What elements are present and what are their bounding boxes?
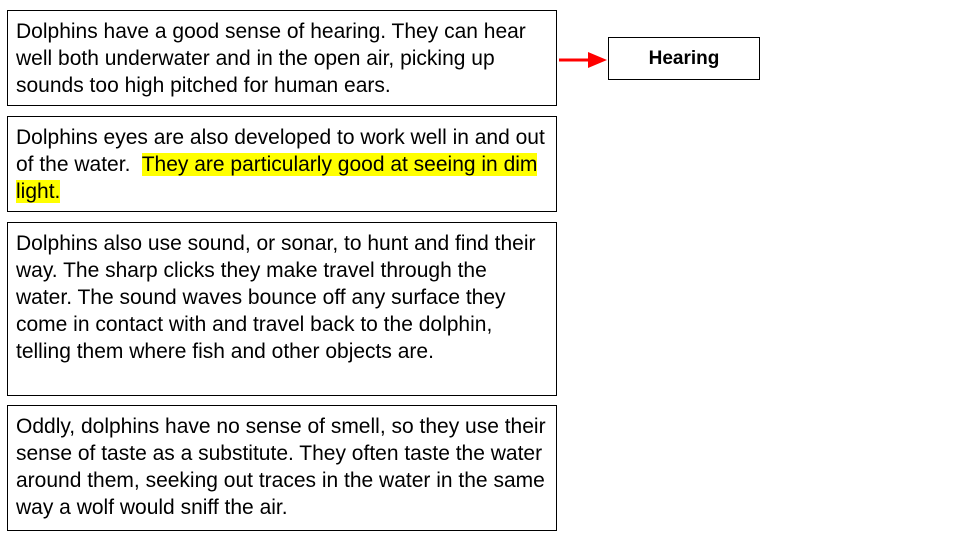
hearing-label: Hearing	[648, 47, 720, 69]
sonar-paragraph: Dolphins also use sound, or sonar, to hu…	[7, 222, 557, 396]
hearing-paragraph: Dolphins have a good sense of hearing. T…	[7, 10, 557, 106]
hearing-label-box: Hearing	[608, 37, 760, 80]
smell-taste-paragraph: Oddly, dolphins have no sense of smell, …	[7, 405, 557, 531]
vision-paragraph: Dolphins eyes are also developed to work…	[7, 116, 557, 212]
red-arrow-icon	[559, 52, 607, 68]
